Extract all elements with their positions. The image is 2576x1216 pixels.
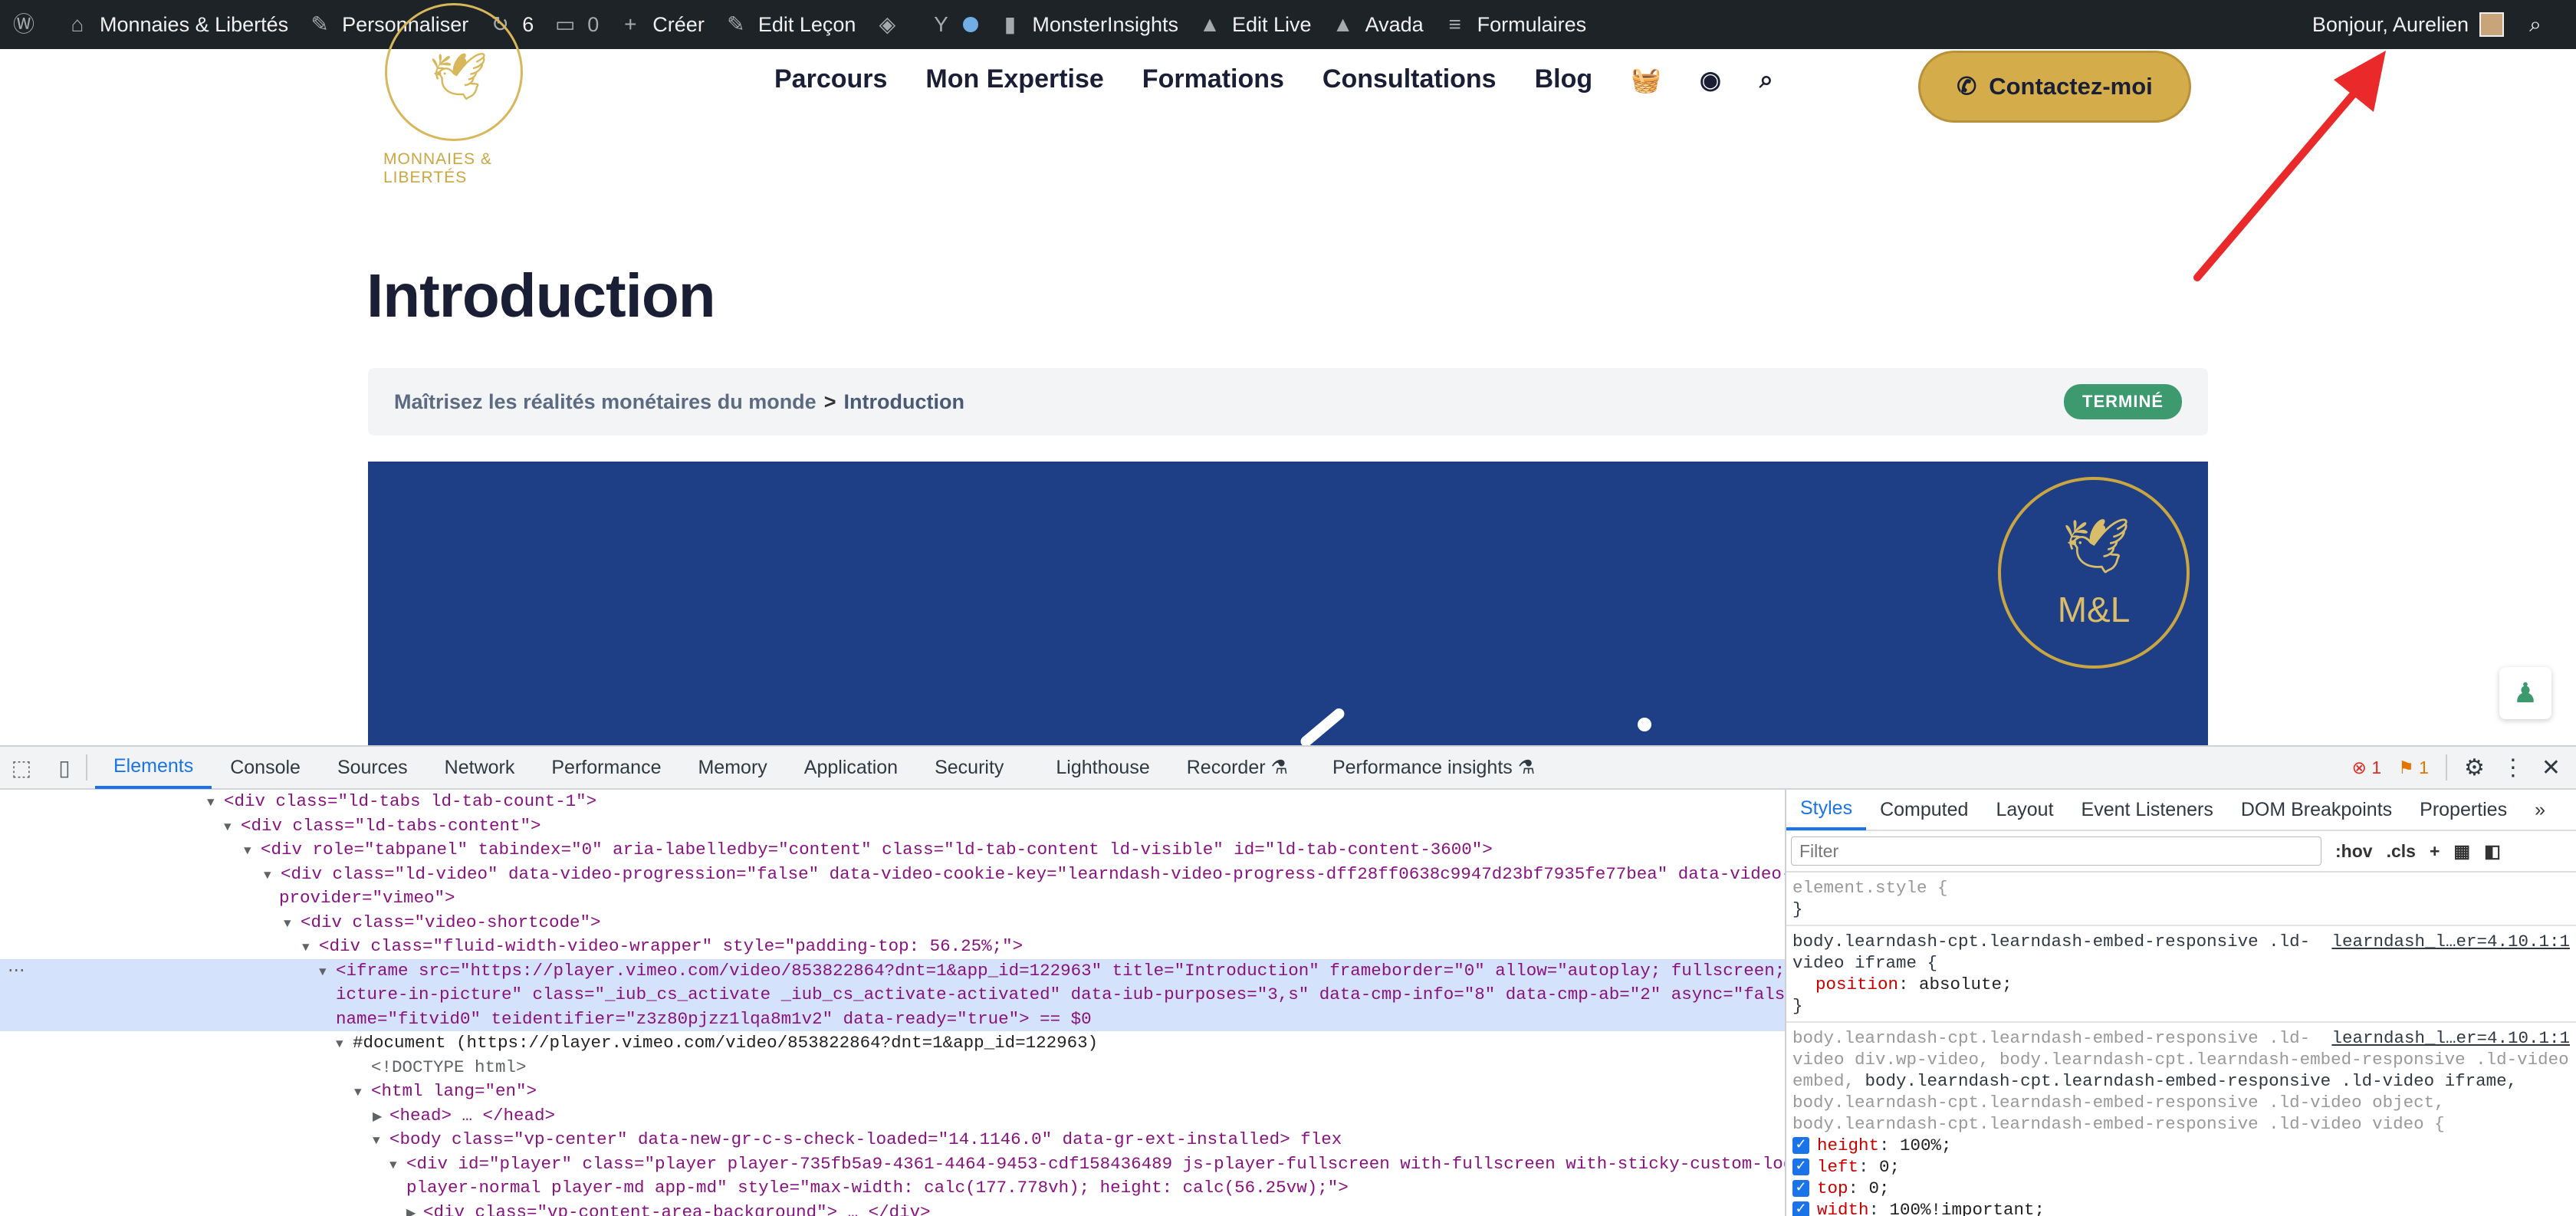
- tab-styles[interactable]: Styles: [1786, 789, 1867, 830]
- hover-state-toggle[interactable]: :hov: [2335, 841, 2373, 862]
- dom-node-continuation: player-normal player-md app-md" style="m…: [406, 1178, 1349, 1198]
- rule-close-brace: }: [1792, 899, 1803, 919]
- collapsed-triangle-icon[interactable]: ▶: [373, 1106, 389, 1130]
- warning-counter[interactable]: ⚑ 1: [2398, 758, 2429, 778]
- dom-node[interactable]: ▼ <html lang="en">: [0, 1080, 1785, 1104]
- tab-memory[interactable]: Memory: [679, 746, 785, 789]
- tab-console[interactable]: Console: [212, 746, 319, 789]
- dom-node[interactable]: ▶ <div class="vp-content-area-background"…: [0, 1201, 1785, 1216]
- more-options-icon[interactable]: ⋮: [2502, 754, 2525, 781]
- expand-triangle-icon[interactable]: ▼: [207, 791, 224, 816]
- tab-network[interactable]: Network: [426, 746, 534, 789]
- devtools-toolbar: ⬚ ▯ Elements Console Sources Network Per…: [0, 747, 2576, 790]
- css-declaration[interactable]: ✓ width: 100%!important;: [1792, 1199, 2570, 1216]
- error-counter[interactable]: ⊗ 1: [2352, 758, 2381, 778]
- css-declaration[interactable]: position: absolute;: [1792, 974, 2570, 995]
- tab-elements[interactable]: Elements: [95, 746, 212, 789]
- dom-node[interactable]: ▶ <head> … </head>: [0, 1104, 1785, 1129]
- dom-node-continuation: name="fitvid0" teidentifier="z3z80pjzz1l…: [0, 1007, 1785, 1031]
- tab-recorder[interactable]: Recorder ⚗: [1168, 746, 1306, 789]
- flask-icon: ⚗: [1517, 757, 1536, 778]
- toolbar-divider: [2445, 754, 2447, 781]
- tab-security[interactable]: Security: [916, 746, 1022, 789]
- more-tabs-icon[interactable]: »: [2521, 789, 2559, 830]
- collapsed-triangle-icon[interactable]: ▶: [406, 1202, 423, 1216]
- css-rule-dimensions[interactable]: learndash_l…er=4.10.1:1 body.learndash-c…: [1786, 1023, 2576, 1216]
- css-declaration[interactable]: ✓ left: 0;: [1792, 1156, 2570, 1178]
- dom-node[interactable]: <!DOCTYPE html>: [0, 1056, 1785, 1080]
- expand-triangle-icon[interactable]: ▼: [224, 816, 241, 840]
- recorder-label: Recorder: [1186, 756, 1266, 778]
- rule-close-brace: }: [1792, 996, 1803, 1016]
- toolbar-divider: [86, 754, 87, 781]
- tab-event-listeners[interactable]: Event Listeners: [2068, 789, 2227, 830]
- expand-triangle-icon[interactable]: ▼: [264, 864, 281, 889]
- expand-triangle-icon[interactable]: ▼: [354, 1081, 371, 1106]
- checkbox-checked-icon[interactable]: ✓: [1792, 1180, 1809, 1198]
- tab-performance[interactable]: Performance: [533, 746, 679, 789]
- element-style-selector: element.style {: [1792, 878, 1948, 898]
- dom-node[interactable]: ▼ <div class="video-shortcode">: [0, 911, 1785, 935]
- checkbox-checked-icon[interactable]: ✓: [1792, 1158, 1809, 1176]
- dom-node[interactable]: ▼ <div role="tabpanel" tabindex="0" aria-…: [0, 838, 1785, 863]
- inspect-element-icon[interactable]: ⬚: [0, 755, 43, 781]
- error-count: 1: [2371, 757, 2382, 777]
- checkbox-checked-icon[interactable]: ✓: [1792, 1201, 1809, 1216]
- rule-source-link[interactable]: learndash_l…er=4.10.1:1: [2331, 1027, 2570, 1049]
- tab-computed[interactable]: Computed: [1866, 789, 1982, 830]
- device-toolbar-icon[interactable]: ▯: [43, 755, 86, 781]
- close-icon[interactable]: ✕: [2542, 754, 2561, 781]
- rule-source-link[interactable]: learndash_l…er=4.10.1:1: [2331, 931, 2570, 952]
- expand-triangle-icon[interactable]: ▼: [373, 1129, 389, 1154]
- element-style-rule[interactable]: element.style { }: [1786, 873, 2576, 926]
- devtools-toolbar-right: ⊗ 1 ⚑ 1 ⚙ ⋮ ✕: [2352, 754, 2576, 781]
- checkbox-checked-icon[interactable]: ✓: [1792, 1137, 1809, 1155]
- css-declaration[interactable]: ✓ top: 0;: [1792, 1178, 2570, 1199]
- dom-node[interactable]: ▼ <div class="fluid-width-video-wrapper" …: [0, 935, 1785, 959]
- styles-tabs: Styles Computed Layout Event Listeners D…: [1786, 790, 2576, 831]
- styles-filter-input[interactable]: Filter: [1791, 836, 2321, 866]
- dom-node[interactable]: ▼ <body class="vp-center" data-new-gr-c-s…: [0, 1128, 1785, 1152]
- elements-dom-tree[interactable]: ▼ <div class="ld-tabs ld-tab-count-1"> ▼ <…: [0, 790, 1785, 1216]
- sidebar-toggle-icon[interactable]: ◧: [2484, 841, 2501, 862]
- dom-node[interactable]: ▼ <div id="player" class="player player-7…: [0, 1152, 1785, 1177]
- expand-triangle-icon[interactable]: ▼: [302, 936, 319, 961]
- styles-pane: Styles Computed Layout Event Listeners D…: [1786, 790, 2576, 1216]
- settings-gear-icon[interactable]: ⚙: [2464, 754, 2485, 781]
- devtools-panel: ⬚ ▯ Elements Console Sources Network Per…: [0, 745, 2576, 1216]
- flask-icon: ⚗: [1270, 757, 1288, 778]
- styles-filter-row: Filter :hov .cls + ▦ ◧: [1786, 831, 2576, 873]
- tab-dom-breakpoints[interactable]: DOM Breakpoints: [2227, 789, 2406, 830]
- ellipsis-icon: ⋯: [8, 960, 25, 981]
- tab-layout[interactable]: Layout: [1982, 789, 2067, 830]
- paint-roller-icon[interactable]: ▦: [2453, 841, 2470, 862]
- tab-sources[interactable]: Sources: [319, 746, 426, 789]
- dom-node[interactable]: ▼ <div class="ld-tabs-content">: [0, 814, 1785, 839]
- dom-node[interactable]: ▼ #document (https://player.vimeo.com/vid…: [0, 1031, 1785, 1056]
- expand-triangle-icon[interactable]: ▼: [244, 840, 261, 864]
- arrow-to-greeting: [2193, 51, 2386, 281]
- new-rule-plus-icon[interactable]: +: [2430, 841, 2440, 862]
- warning-count: 1: [2419, 757, 2429, 777]
- tab-performance-insights[interactable]: Performance insights ⚗: [1314, 746, 1553, 789]
- tab-properties[interactable]: Properties: [2406, 789, 2521, 830]
- expand-triangle-icon[interactable]: ▼: [336, 1033, 353, 1057]
- css-declaration[interactable]: ✓ height: 100%;: [1792, 1135, 2570, 1156]
- css-rule-position[interactable]: learndash_l…er=4.10.1:1 body.learndash-c…: [1786, 926, 2576, 1023]
- tab-lighthouse[interactable]: Lighthouse: [1037, 746, 1168, 789]
- dom-node[interactable]: ▼ <div class="ld-tabs ld-tab-count-1">: [0, 790, 1785, 814]
- dom-node[interactable]: ▼ <div class="ld-video" data-video-progre…: [0, 863, 1785, 887]
- dom-node-continuation: icture-in-picture" class="_iub_cs_activa…: [0, 983, 1785, 1007]
- class-toggle[interactable]: .cls: [2387, 841, 2416, 862]
- tab-application[interactable]: Application: [786, 746, 916, 789]
- performance-insights-label: Performance insights: [1332, 756, 1513, 778]
- expand-triangle-icon[interactable]: ▼: [319, 961, 336, 985]
- expand-triangle-icon[interactable]: ▼: [284, 912, 301, 937]
- dom-node-continuation: provider="vimeo">: [279, 888, 455, 908]
- dom-node-selected-iframe[interactable]: ⋯ ▼ <iframe src="https://player.vimeo.com/…: [0, 958, 1785, 985]
- expand-triangle-icon[interactable]: ▼: [389, 1154, 406, 1178]
